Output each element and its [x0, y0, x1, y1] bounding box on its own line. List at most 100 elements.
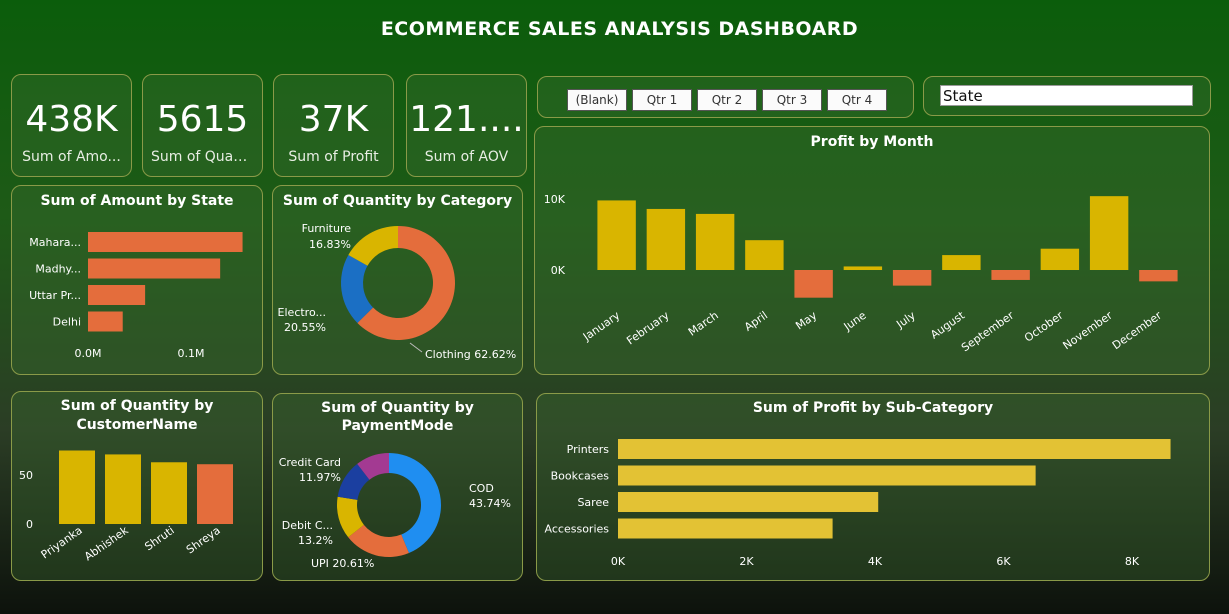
customer-label: Abhishek	[82, 523, 131, 563]
subcategory-bar	[618, 465, 1036, 486]
slicer-button-qtr1[interactable]: Qtr 1	[632, 89, 692, 111]
dashboard-title: ECOMMERCE SALES ANALYSIS DASHBOARD	[380, 18, 859, 40]
month-label: November	[1061, 309, 1116, 353]
subcategory-bar	[618, 518, 833, 539]
quarter-slicer: (Blank) Qtr 1 Qtr 2 Qtr 3 Qtr 4	[537, 76, 914, 118]
slice-pct-furniture: 16.83%	[309, 238, 351, 251]
y-tick-label: 10K	[544, 193, 566, 206]
chart-quantity-by-category: Sum of Quantity by Category Clothing 62.…	[272, 185, 523, 375]
kpi-label: Sum of Quan...	[151, 149, 256, 165]
customer-label: Priyanka	[39, 524, 85, 562]
customer-bar	[105, 454, 141, 524]
state-bar	[88, 311, 123, 332]
slice-pct-debit: 13.2%	[298, 534, 333, 547]
slice-pct-cod: 43.74%	[469, 497, 511, 510]
month-bar	[794, 270, 833, 298]
kpi-card-amount[interactable]: 438K Sum of Amo...	[11, 74, 132, 177]
month-bar	[942, 255, 981, 270]
kpi-value: 121....	[409, 99, 524, 140]
state-filter: State	[923, 76, 1211, 116]
kpi-card-aov[interactable]: 121.... Sum of AOV	[406, 74, 527, 177]
month-bar	[597, 200, 636, 270]
state-bar	[88, 258, 221, 279]
subcategory-label: Accessories	[545, 523, 610, 536]
state-label: Madhy...	[35, 263, 81, 276]
y-tick-label: 50	[19, 469, 33, 482]
subcategory-bar	[618, 439, 1171, 459]
y-tick-label: 0	[26, 518, 33, 531]
month-label: September	[959, 309, 1017, 355]
customer-bar	[59, 450, 95, 524]
state-label: Mahara...	[29, 236, 81, 249]
state-label: Uttar Pr...	[29, 289, 81, 302]
kpi-value: 5615	[156, 99, 249, 140]
kpi-value: 37K	[298, 99, 369, 140]
slice-label-upi: UPI 20.61%	[311, 557, 374, 570]
subcategory-label: Printers	[567, 443, 610, 456]
subcategory-bar	[618, 492, 879, 512]
kpi-label: Sum of Amo...	[22, 149, 121, 165]
month-label: August	[928, 308, 968, 341]
slice-label-furniture: Furniture	[302, 222, 352, 235]
slicer-button-blank[interactable]: (Blank)	[567, 89, 627, 111]
x-tick-label: 0.1M	[178, 347, 205, 360]
profit-by-subcategory-chart: Printers Bookcases Saree Accessories 0K 2K 4K 6…	[545, 439, 1171, 568]
state-dropdown[interactable]: State	[940, 85, 1193, 106]
slice-pct-electronics: 20.55%	[284, 321, 326, 334]
kpi-card-quantity[interactable]: 5615 Sum of Quan...	[142, 74, 263, 177]
kpi-label: Sum of Profit	[288, 149, 379, 165]
month-bar	[745, 240, 784, 270]
customer-label: Shreya	[184, 524, 223, 557]
month-bar	[1089, 196, 1129, 270]
amount-by-state-chart: Mahara... Madhy... Uttar Pr... Delhi 0.0M 0.1…	[29, 232, 243, 360]
y-tick-label: 0K	[551, 264, 566, 277]
chart-quantity-by-payment: Sum of Quantity by PaymentMode COD 43.74%…	[272, 393, 523, 581]
state-label: Delhi	[53, 316, 81, 329]
chart-profit-by-subcategory: Sum of Profit by Sub-Category Printers Bo…	[536, 393, 1210, 581]
month-label: May	[793, 309, 819, 333]
subcategory-label: Bookcases	[551, 470, 610, 483]
month-label: January	[580, 309, 623, 344]
state-bar	[88, 232, 243, 252]
slice-label-credit: Credit Card	[279, 456, 341, 469]
chart-amount-by-state: Sum of Amount by State Mahara... Madhy...…	[11, 185, 263, 375]
month-bar	[695, 213, 735, 270]
customer-bar	[151, 462, 187, 524]
quantity-by-payment-chart: COD 43.74% UPI 20.61% Debit C... 13.2% Credit…	[279, 453, 511, 570]
chart-quantity-by-customer: Sum of Quantity by CustomerName 50 0 Priya…	[11, 391, 263, 581]
month-label: October	[1022, 309, 1066, 345]
month-label: February	[624, 309, 672, 348]
month-label: April	[742, 309, 770, 334]
chart-profit-by-month: Profit by Month 10K 0K January February Marc…	[534, 126, 1210, 375]
kpi-card-profit[interactable]: 37K Sum of Profit	[273, 74, 394, 177]
slicer-button-qtr3[interactable]: Qtr 3	[762, 89, 822, 111]
month-label: June	[841, 309, 869, 334]
x-tick-label: 0K	[611, 555, 626, 568]
slice-label-debit: Debit C...	[282, 519, 333, 532]
quantity-by-category-chart: Clothing 62.62% Electro... 20.55% Furniture…	[278, 222, 517, 361]
x-tick-label: 2K	[739, 555, 754, 568]
slice-label-cod: COD	[469, 482, 494, 495]
month-bar	[991, 270, 1030, 280]
profit-by-month-chart: 10K 0K January February March April May June Jul…	[544, 193, 1178, 355]
slice-label-electronics: Electro...	[278, 306, 326, 319]
leader-line	[409, 342, 423, 353]
customer-label: Shruti	[142, 524, 176, 553]
state-bar	[88, 285, 146, 305]
month-bar	[892, 270, 932, 286]
month-bar	[843, 266, 883, 270]
kpi-label: Sum of AOV	[424, 149, 509, 165]
month-bar	[1040, 248, 1080, 270]
x-tick-label: 8K	[1125, 555, 1140, 568]
month-bar	[646, 208, 686, 270]
month-bar	[1139, 270, 1178, 282]
slice-label-clothing: Clothing 62.62%	[425, 348, 516, 361]
customer-bar	[197, 464, 233, 524]
month-label: March	[686, 309, 721, 339]
x-tick-label: 6K	[996, 555, 1011, 568]
slicer-button-qtr2[interactable]: Qtr 2	[697, 89, 757, 111]
x-tick-label: 0.0M	[75, 347, 102, 360]
kpi-value: 438K	[25, 99, 118, 140]
month-label: July	[893, 309, 918, 332]
slicer-button-qtr4[interactable]: Qtr 4	[827, 89, 887, 111]
